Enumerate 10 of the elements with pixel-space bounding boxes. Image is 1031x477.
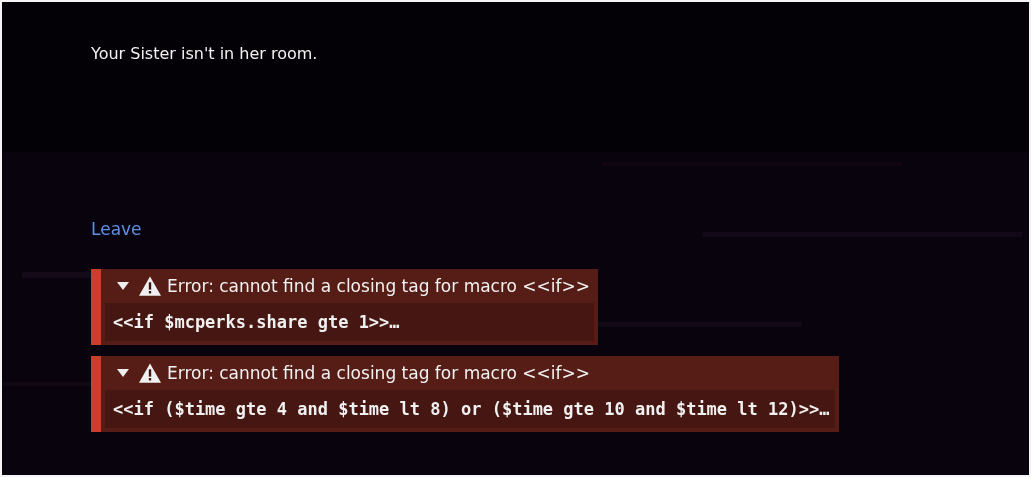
warning-icon bbox=[139, 363, 161, 383]
disclosure-triangle-icon[interactable] bbox=[117, 369, 129, 377]
error-message: Error: cannot find a closing tag for macro <<if>> bbox=[167, 276, 592, 296]
disclosure-triangle-icon[interactable] bbox=[117, 282, 129, 290]
passage-text: Your Sister isn't in her room. bbox=[91, 44, 319, 63]
warning-icon bbox=[139, 276, 161, 296]
leave-link[interactable]: Leave bbox=[91, 219, 142, 239]
error-source-code: <<if $mcperks.share gte 1>>… bbox=[105, 303, 595, 341]
error-source-code: <<if ($time gte 4 and $time lt 8) or ($time gte 10 and $time lt 12)>>… bbox=[105, 390, 836, 428]
error-message: Error: cannot find a closing tag for macro <<if>> bbox=[167, 363, 592, 383]
